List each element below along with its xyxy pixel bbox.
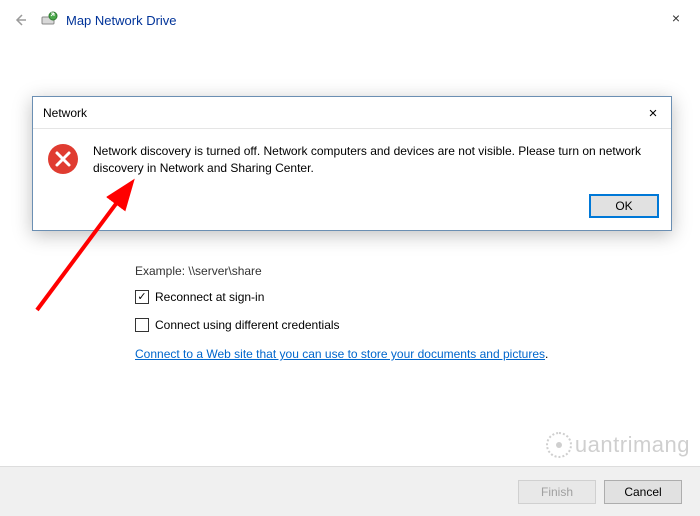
- reconnect-checkbox[interactable]: [135, 290, 149, 304]
- website-link-row: Connect to a Web site that you can use t…: [135, 347, 548, 361]
- error-icon: [47, 143, 79, 175]
- network-error-dialog: Network × Network discovery is turned of…: [32, 96, 672, 231]
- watermark-text: uantrimang: [575, 432, 690, 458]
- footer: Finish Cancel: [0, 466, 700, 516]
- titlebar: Map Network Drive ×: [0, 0, 700, 40]
- link-period: .: [545, 347, 548, 361]
- dialog-titlebar: Network ×: [33, 97, 671, 129]
- finish-button: Finish: [518, 480, 596, 504]
- ok-button[interactable]: OK: [589, 194, 659, 218]
- dialog-body: Network discovery is turned off. Network…: [33, 129, 671, 188]
- window-title: Map Network Drive: [66, 13, 177, 28]
- map-network-drive-window: Map Network Drive × Example: \\server\sh…: [0, 0, 700, 516]
- cancel-button[interactable]: Cancel: [604, 480, 682, 504]
- example-label: Example: \\server\share: [135, 264, 262, 278]
- credentials-checkbox-row[interactable]: Connect using different credentials: [135, 318, 340, 332]
- dialog-message: Network discovery is turned off. Network…: [93, 143, 653, 178]
- dialog-title: Network: [43, 106, 87, 120]
- back-arrow-icon[interactable]: [12, 12, 28, 28]
- reconnect-label: Reconnect at sign-in: [155, 290, 264, 304]
- credentials-checkbox[interactable]: [135, 318, 149, 332]
- credentials-label: Connect using different credentials: [155, 318, 340, 332]
- drive-icon: [40, 11, 58, 29]
- watermark: uantrimang: [546, 432, 690, 458]
- website-link[interactable]: Connect to a Web site that you can use t…: [135, 347, 545, 361]
- watermark-icon: [546, 432, 572, 458]
- dialog-footer: OK: [33, 188, 671, 230]
- reconnect-checkbox-row[interactable]: Reconnect at sign-in: [135, 290, 264, 304]
- dialog-close-button[interactable]: ×: [641, 101, 665, 125]
- window-close-button[interactable]: ×: [666, 8, 686, 28]
